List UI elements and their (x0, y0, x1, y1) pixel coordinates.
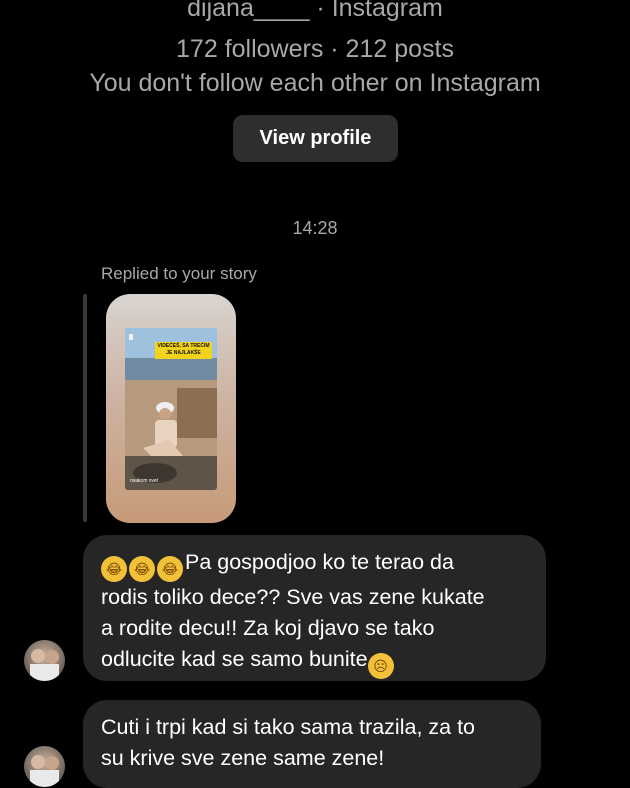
story-banner-text: VIDEĆEŠ, SA TREĆIM JE NAJLAKŠE (155, 342, 212, 359)
rolling-on-floor-laughing-icon: 😂 (101, 556, 127, 582)
profile-stats-line: 172 followers · 212 posts (176, 35, 454, 63)
avatar-photo (30, 755, 59, 787)
view-profile-button[interactable]: View profile (233, 115, 398, 162)
message-bubble[interactable]: Cuti i trpi kad si tako sama trazila, za… (83, 700, 541, 788)
rolling-on-floor-laughing-icon: 😂 (157, 556, 183, 582)
sender-avatar[interactable] (24, 746, 65, 787)
story-reply-note: Replied to your story (101, 264, 257, 283)
message-bubble[interactable]: 😂 😂 😂 Pa gospodjoo ko te terao da rodis tol… (83, 535, 546, 681)
message-text: 😂 😂 😂 Pa gospodjoo ko te terao da rodis tol… (101, 547, 528, 679)
sender-avatar[interactable] (24, 640, 65, 681)
story-preview-card[interactable]: VIDEĆEŠ, SA TREĆIM JE NAJLAKŠE ovakom sv… (106, 294, 236, 523)
message-line: rodis toliko dece?? Sve vas zene kukate (101, 585, 485, 609)
message-line: a rodite decu!! Za koj djavo se tako (101, 616, 435, 640)
avatar-photo (30, 649, 59, 681)
disappointed-face-icon: ☹ (367, 653, 394, 679)
message-line: Pa gospodjoo ko te terao da (185, 550, 454, 574)
message-line: odlucite kad se samo bunite (101, 647, 368, 671)
reply-indicator-bar (83, 294, 87, 522)
message-timestamp: 14:28 (292, 218, 338, 238)
profile-relationship-line: You don't follow each other on Instagram (89, 69, 541, 97)
story-thumbnail: VIDEĆEŠ, SA TREĆIM JE NAJLAKŠE ovakom sv… (125, 328, 217, 490)
story-caption: ovakom svet (130, 478, 159, 484)
message-line: Cuti i trpi kad si tako sama trazila, za… (101, 715, 476, 739)
profile-username-line: dijana____ · Instagram (187, 0, 443, 22)
message-line: su krive sve zene same zene! (101, 746, 385, 770)
rolling-on-floor-laughing-icon: 😂 (129, 556, 155, 582)
message-text: Cuti i trpi kad si tako sama trazila, za… (101, 712, 523, 774)
